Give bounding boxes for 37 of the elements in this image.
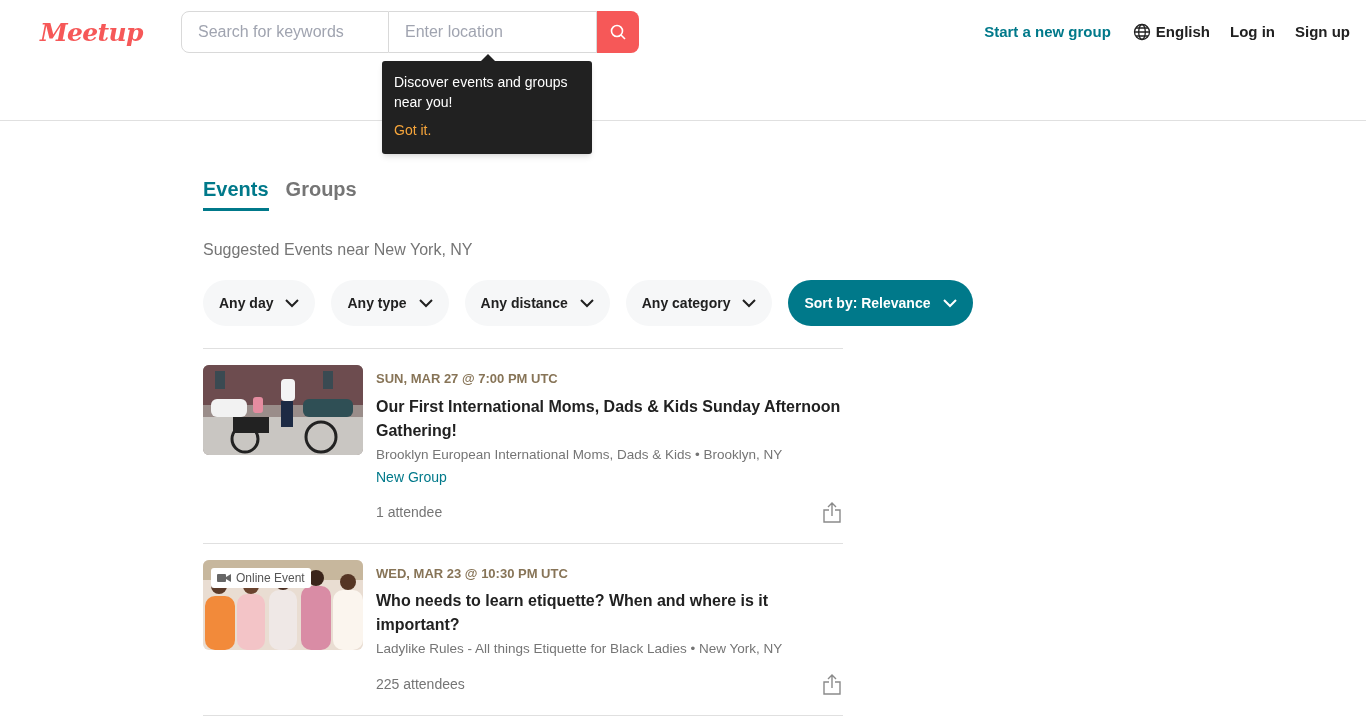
attendee-count: 1 attendee: [376, 502, 443, 522]
share-button[interactable]: [823, 673, 841, 695]
event-group: Brooklyn European International Moms, Dads & Kids • Brooklyn, NY: [376, 444, 843, 465]
nav-link[interactable]: Sign up: [1295, 21, 1350, 44]
keyword-search-field[interactable]: Search for keywords: [180, 11, 389, 53]
chevron-down-icon: [285, 298, 300, 308]
got-it-link[interactable]: Got it.: [394, 120, 580, 141]
new-group-label: New Group: [376, 467, 448, 487]
event-title[interactable]: Who needs to learn etiquette? When and where is it important?: [376, 589, 843, 638]
video-camera-icon: [217, 572, 231, 583]
tooltip-message: Discover events and groups near you!: [394, 73, 569, 112]
start-group-link[interactable]: Start a new group: [984, 21, 1111, 44]
chevron-down-icon: [942, 298, 957, 308]
chevron-down-icon: [579, 298, 594, 308]
chevron-down-icon: [742, 298, 757, 308]
event-group: Ladylike Rules - All things Etiquette for Black Ladies • New York, NY: [376, 639, 843, 660]
attendee-count: 225 attendees: [376, 674, 465, 694]
filter-dropdown[interactable]: Any distance: [464, 280, 610, 326]
nav-link[interactable]: Log in: [1230, 21, 1275, 44]
event-title[interactable]: Our First International Moms, Dads & Kids Sunday Afternoon Gathering!: [376, 394, 843, 443]
search-button[interactable]: [596, 11, 639, 53]
subtitle: Suggested Events near New York, NY: [203, 240, 474, 260]
filter-dropdown[interactable]: Any type: [331, 280, 449, 326]
location-field[interactable]: Enter location: [388, 11, 597, 53]
event-date: WED, MAR 23 @ 10:30 PM UTC: [376, 564, 569, 583]
tab[interactable]: Groups: [285, 174, 357, 211]
filter-dropdown[interactable]: Any category: [625, 280, 773, 326]
filter-dropdown[interactable]: Sort by: Relevance: [788, 280, 973, 326]
online-event-badge: Online Event: [211, 567, 311, 588]
chevron-down-icon: [418, 298, 433, 308]
filter-dropdown[interactable]: Any day: [203, 280, 316, 326]
event-date: SUN, MAR 27 @ 7:00 PM UTC: [376, 370, 559, 388]
search-icon: [609, 24, 626, 40]
tab[interactable]: Events: [203, 174, 269, 211]
language-selector[interactable]: English: [1132, 21, 1210, 44]
globe-icon: [1132, 23, 1151, 42]
share-button[interactable]: [823, 501, 841, 523]
